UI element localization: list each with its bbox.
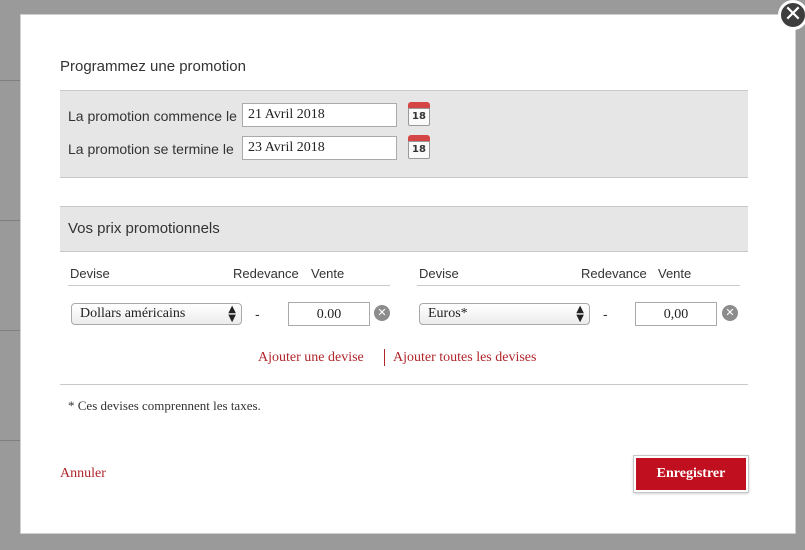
section-divider	[60, 384, 748, 385]
date-panel: La promotion commence le 21 Avril 2018 1…	[60, 90, 748, 178]
add-all-currencies-link[interactable]: Ajouter toutes les devises	[393, 350, 536, 366]
calendar-icon[interactable]: 18	[408, 102, 430, 126]
prices-title: Vos prix promotionnels	[68, 220, 220, 237]
save-button[interactable]: Enregistrer	[633, 455, 749, 493]
remove-currency-icon[interactable]: ✕	[722, 305, 738, 321]
select-arrows-icon: ▲ ▼	[228, 304, 236, 324]
redevance-value: -	[603, 306, 608, 322]
header-divider	[417, 285, 740, 286]
redevance-value: -	[255, 306, 260, 322]
dialog-title: Programmez une promotion	[60, 58, 246, 75]
cancel-link[interactable]: Annuler	[60, 466, 106, 482]
end-date-row: La promotion se termine le 23 Avril 2018…	[68, 135, 748, 160]
calendar-icon[interactable]: 18	[408, 135, 430, 159]
vente-input[interactable]: 0.00	[288, 302, 370, 326]
column-header-devise: Devise	[70, 266, 110, 281]
select-arrows-icon: ▲ ▼	[576, 304, 584, 324]
end-date-input[interactable]: 23 Avril 2018	[242, 136, 397, 160]
close-icon[interactable]: ✕	[778, 0, 805, 30]
currency-select[interactable]: Euros* ▲ ▼	[419, 303, 590, 325]
column-header-vente: Vente	[311, 266, 345, 281]
start-date-label: La promotion commence le	[68, 108, 237, 124]
remove-currency-icon[interactable]: ✕	[374, 305, 390, 321]
column-header-redevance: Redevance	[233, 266, 299, 281]
header-divider	[68, 285, 390, 286]
prices-header: Vos prix promotionnels	[60, 206, 748, 252]
currency-select-value: Dollars américains	[80, 306, 186, 321]
column-header-vente: Vente	[658, 266, 692, 281]
start-date-input[interactable]: 21 Avril 2018	[242, 103, 397, 127]
tax-note: * Ces devises comprennent les taxes.	[68, 398, 261, 413]
end-date-label: La promotion se termine le	[68, 141, 234, 157]
column-header-devise: Devise	[419, 266, 459, 281]
add-currency-link[interactable]: Ajouter une devise	[258, 350, 364, 366]
column-header-redevance: Redevance	[581, 266, 647, 281]
currency-select[interactable]: Dollars américains ▲ ▼	[71, 303, 242, 325]
link-separator	[384, 349, 385, 366]
currency-select-value: Euros*	[428, 306, 468, 321]
vente-input[interactable]: 0,00	[635, 302, 717, 326]
start-date-row: La promotion commence le 21 Avril 2018 1…	[68, 102, 748, 127]
